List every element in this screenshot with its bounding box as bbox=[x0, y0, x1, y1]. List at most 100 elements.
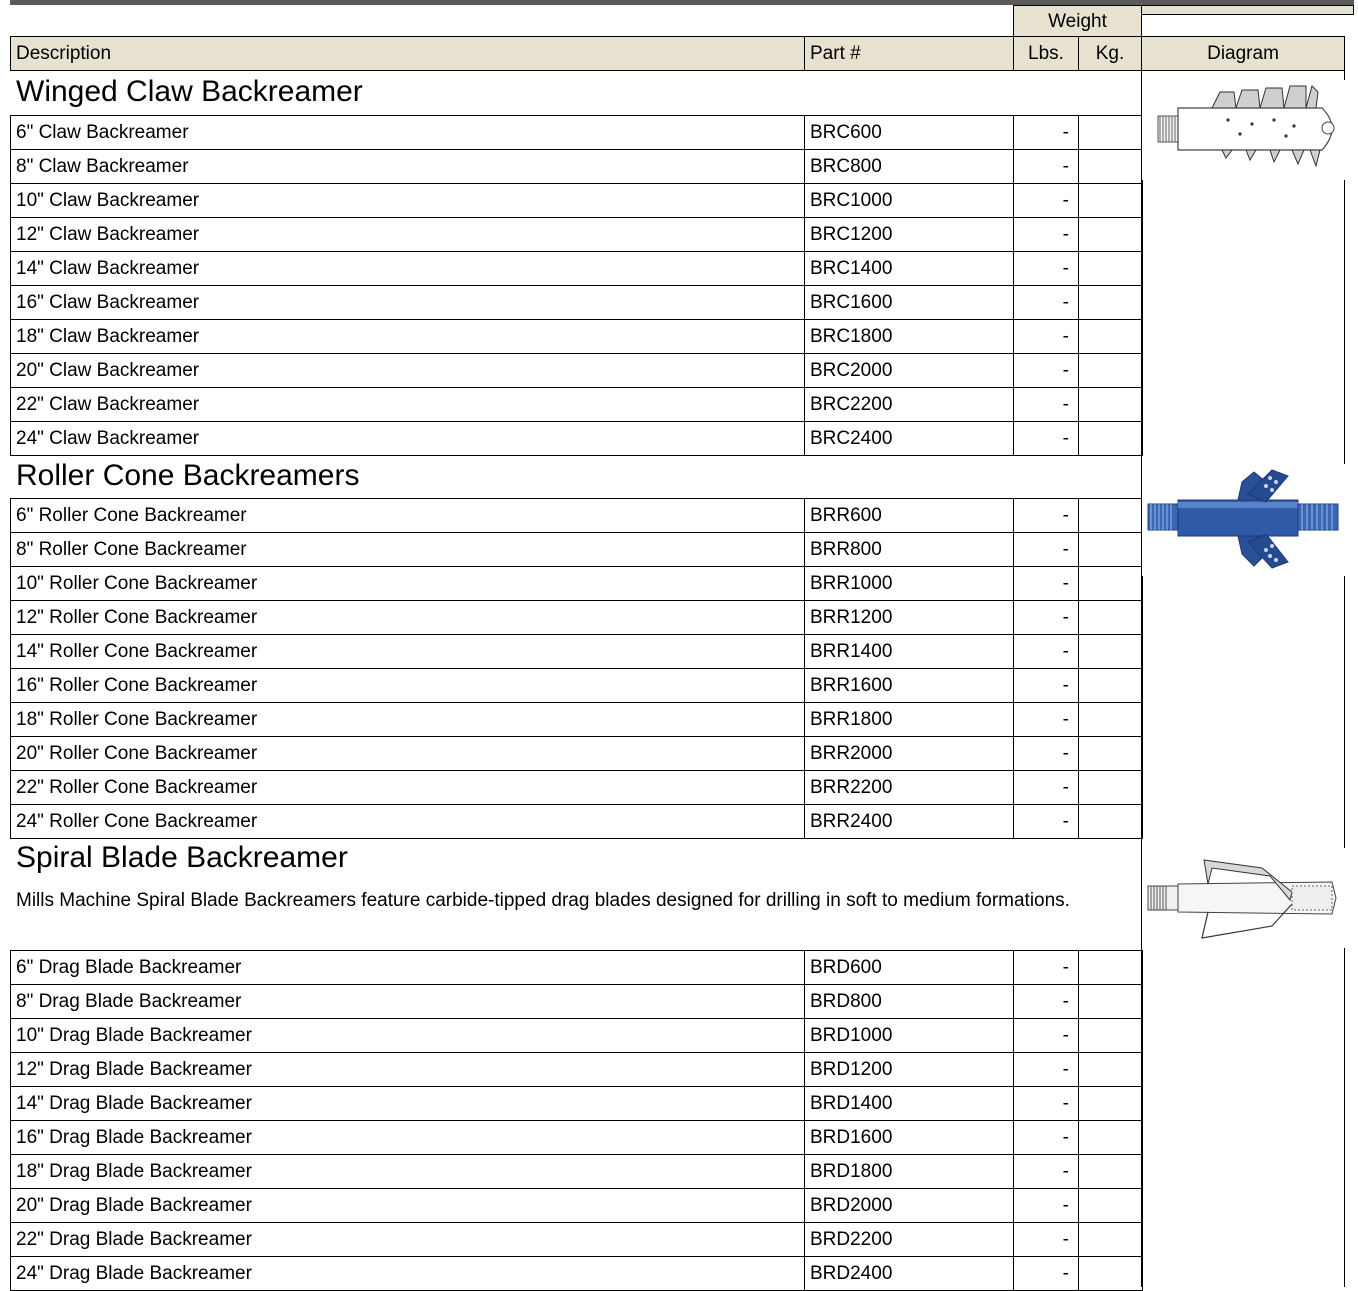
claw-backreamer-diagram bbox=[1142, 80, 1345, 180]
lbs-cell: - bbox=[1013, 984, 1079, 1019]
table-row: 6" Claw Backreamer BRC600- bbox=[10, 115, 1143, 150]
table-row: 16" Claw Backreamer BRC1600- bbox=[10, 285, 1143, 320]
description-header: Description bbox=[10, 36, 805, 71]
kg-cell bbox=[1078, 1222, 1143, 1257]
lbs-cell: - bbox=[1013, 319, 1079, 354]
part-number-cell: BRC1200 bbox=[804, 217, 1014, 252]
kg-cell bbox=[1078, 319, 1143, 354]
lbs-cell: - bbox=[1013, 387, 1079, 422]
description-cell: 22" Roller Cone Backreamer bbox=[10, 770, 805, 805]
table-body: 6" Claw Backreamer BRC600-8" Claw Backrea… bbox=[10, 115, 1143, 456]
table-row: 24" Claw Backreamer BRC2400- bbox=[10, 421, 1143, 456]
part-number-cell: BRR800 bbox=[804, 532, 1014, 567]
description-cell: 10" Drag Blade Backreamer bbox=[10, 1018, 805, 1053]
table-row: 20" Drag Blade Backreamer BRD2000- bbox=[10, 1188, 1143, 1223]
diagram-column-left-border bbox=[1141, 71, 1142, 1287]
kg-cell bbox=[1078, 353, 1143, 388]
lbs-cell: - bbox=[1013, 1256, 1079, 1291]
table-row: 6" Roller Cone Backreamer BRR600- bbox=[10, 498, 1143, 533]
table-row: 14" Roller Cone Backreamer BRR1400- bbox=[10, 634, 1143, 669]
kg-cell bbox=[1078, 702, 1143, 737]
description-cell: 18" Claw Backreamer bbox=[10, 319, 805, 354]
description-cell: 16" Roller Cone Backreamer bbox=[10, 668, 805, 703]
table-body: 6" Drag Blade Backreamer BRD600-8" Drag B… bbox=[10, 950, 1143, 1291]
kg-cell bbox=[1078, 634, 1143, 669]
part-number-cell: BRR1800 bbox=[804, 702, 1014, 737]
part-number-cell: BRC2400 bbox=[804, 421, 1014, 456]
table-row: 6" Drag Blade Backreamer BRD600- bbox=[10, 950, 1143, 985]
part-number-cell: BRD2000 bbox=[804, 1188, 1014, 1223]
description-cell: 22" Drag Blade Backreamer bbox=[10, 1222, 805, 1257]
lbs-cell: - bbox=[1013, 1188, 1079, 1223]
description-cell: 12" Claw Backreamer bbox=[10, 217, 805, 252]
kg-cell bbox=[1078, 183, 1143, 218]
header-right-band bbox=[1141, 5, 1354, 15]
lbs-cell: - bbox=[1013, 566, 1079, 601]
roller-cone-backreamer-icon bbox=[1147, 469, 1339, 569]
claw-backreamer-icon bbox=[1157, 85, 1335, 168]
table-row: 12" Claw Backreamer BRC1200- bbox=[10, 217, 1143, 252]
kg-cell bbox=[1078, 1086, 1143, 1121]
table-row: 22" Claw Backreamer BRC2200- bbox=[10, 387, 1143, 422]
part-number-cell: BRD600 bbox=[804, 950, 1014, 985]
part-number-cell: BRR600 bbox=[804, 498, 1014, 533]
part-number-cell: BRC2000 bbox=[804, 353, 1014, 388]
lbs-cell: - bbox=[1013, 1052, 1079, 1087]
section-description: Mills Machine Spiral Blade Backreamers f… bbox=[16, 890, 1070, 911]
roller-cone-diagram bbox=[1142, 464, 1345, 576]
description-cell: 18" Roller Cone Backreamer bbox=[10, 702, 805, 737]
kg-cell bbox=[1078, 1154, 1143, 1189]
kg-cell bbox=[1078, 1052, 1143, 1087]
description-cell: 10" Claw Backreamer bbox=[10, 183, 805, 218]
table-row: 16" Roller Cone Backreamer BRR1600- bbox=[10, 668, 1143, 703]
lbs-cell: - bbox=[1013, 770, 1079, 805]
spiral-blade-diagram bbox=[1142, 848, 1345, 948]
kg-cell bbox=[1078, 1120, 1143, 1155]
part-number-cell: BRC800 bbox=[804, 149, 1014, 184]
description-cell: 6" Drag Blade Backreamer bbox=[10, 950, 805, 985]
spiral-blade-backreamer-icon bbox=[1147, 859, 1337, 939]
description-cell: 6" Roller Cone Backreamer bbox=[10, 498, 805, 533]
part-number-cell: BRD2400 bbox=[804, 1256, 1014, 1291]
description-cell: 18" Drag Blade Backreamer bbox=[10, 1154, 805, 1189]
table-row: 8" Drag Blade Backreamer BRD800- bbox=[10, 984, 1143, 1019]
kg-cell bbox=[1078, 387, 1143, 422]
lbs-cell: - bbox=[1013, 353, 1079, 388]
part-number-cell: BRC1600 bbox=[804, 285, 1014, 320]
table-row: 24" Roller Cone Backreamer BRR2400- bbox=[10, 804, 1143, 839]
lbs-cell: - bbox=[1013, 1222, 1079, 1257]
description-cell: 16" Drag Blade Backreamer bbox=[10, 1120, 805, 1155]
part-number-header: Part # bbox=[804, 36, 1014, 71]
part-number-cell: BRD1000 bbox=[804, 1018, 1014, 1053]
lbs-cell: - bbox=[1013, 251, 1079, 286]
weight-header: Weight bbox=[1013, 5, 1142, 37]
description-cell: 22" Claw Backreamer bbox=[10, 387, 805, 422]
part-number-cell: BRR2200 bbox=[804, 770, 1014, 805]
lbs-cell: - bbox=[1013, 600, 1079, 635]
part-number-cell: BRD2200 bbox=[804, 1222, 1014, 1257]
lbs-cell: - bbox=[1013, 804, 1079, 839]
table-body: 6" Roller Cone Backreamer BRR600-8" Rolle… bbox=[10, 498, 1143, 839]
part-number-cell: BRR1600 bbox=[804, 668, 1014, 703]
kg-cell bbox=[1078, 217, 1143, 252]
lbs-cell: - bbox=[1013, 498, 1079, 533]
kg-cell bbox=[1078, 984, 1143, 1019]
description-cell: 24" Claw Backreamer bbox=[10, 421, 805, 456]
part-number-cell: BRD800 bbox=[804, 984, 1014, 1019]
kg-cell bbox=[1078, 950, 1143, 985]
part-number-cell: BRD1400 bbox=[804, 1086, 1014, 1121]
lbs-cell: - bbox=[1013, 668, 1079, 703]
lbs-cell: - bbox=[1013, 115, 1079, 150]
section-title: Spiral Blade Backreamer bbox=[16, 841, 348, 874]
kg-cell bbox=[1078, 149, 1143, 184]
table-row: 14" Drag Blade Backreamer BRD1400- bbox=[10, 1086, 1143, 1121]
part-number-cell: BRC600 bbox=[804, 115, 1014, 150]
kg-cell bbox=[1078, 285, 1143, 320]
lbs-cell: - bbox=[1013, 1018, 1079, 1053]
description-cell: 20" Claw Backreamer bbox=[10, 353, 805, 388]
kg-header: Kg. bbox=[1078, 36, 1142, 71]
lbs-cell: - bbox=[1013, 1120, 1079, 1155]
table-row: 18" Roller Cone Backreamer BRR1800- bbox=[10, 702, 1143, 737]
part-number-cell: BRD1200 bbox=[804, 1052, 1014, 1087]
description-cell: 12" Drag Blade Backreamer bbox=[10, 1052, 805, 1087]
